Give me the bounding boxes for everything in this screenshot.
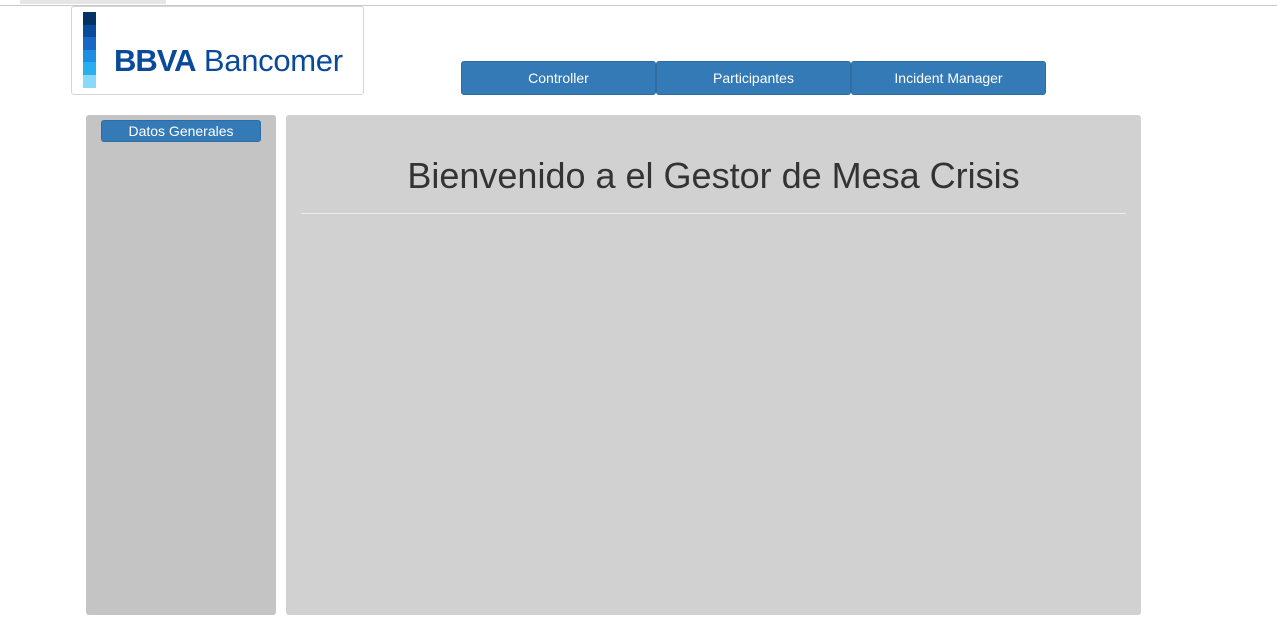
logo-brand-regular: Bancomer bbox=[203, 43, 343, 78]
logo-bar bbox=[83, 24, 96, 38]
logo-bar bbox=[83, 74, 96, 88]
browser-tab-stub[interactable] bbox=[20, 0, 166, 4]
logo-wordmark: BBVA Bancomer bbox=[114, 43, 343, 79]
logo-bars-icon bbox=[83, 12, 96, 88]
sidebar: Datos Generales bbox=[86, 115, 276, 615]
logo-bar bbox=[83, 49, 96, 63]
top-nav: Controller Participantes Incident Manage… bbox=[461, 61, 1046, 95]
title-divider bbox=[301, 213, 1126, 214]
logo-brand-bold: BBVA bbox=[114, 43, 197, 78]
datos-generales-button[interactable]: Datos Generales bbox=[101, 120, 261, 142]
participantes-button[interactable]: Participantes bbox=[656, 61, 851, 95]
logo-bar bbox=[83, 37, 96, 50]
controller-button[interactable]: Controller bbox=[461, 61, 656, 95]
logo-bar bbox=[83, 62, 96, 75]
page-title: Bienvenido a el Gestor de Mesa Crisis bbox=[407, 155, 1020, 196]
logo-bar bbox=[83, 12, 96, 25]
main-panel: Bienvenido a el Gestor de Mesa Crisis bbox=[286, 115, 1141, 615]
brand-logo: BBVA Bancomer bbox=[71, 6, 364, 95]
incident-manager-button[interactable]: Incident Manager bbox=[851, 61, 1046, 95]
